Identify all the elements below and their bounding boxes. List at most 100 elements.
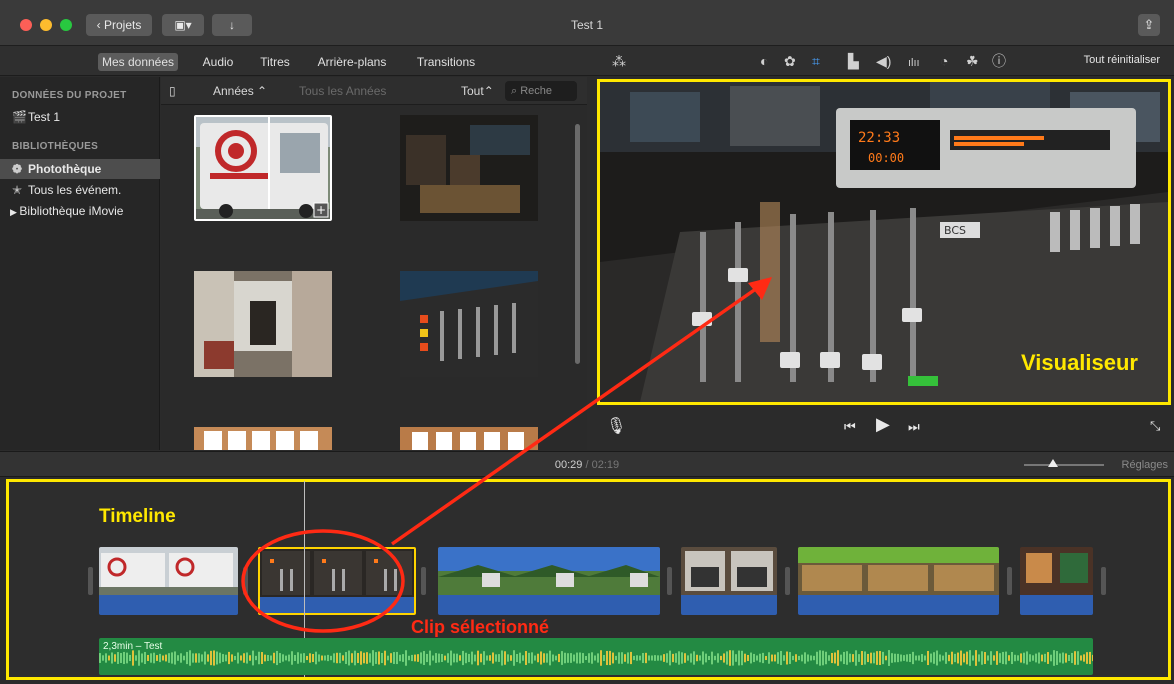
zoom-slider-track[interactable] [1024,464,1104,466]
waveform-bar [417,654,419,662]
waveform-bar [123,651,125,665]
fullscreen-icon[interactable]: ⤡ [1150,418,1160,434]
waveform-bar [495,654,497,662]
waveform-bar [1059,653,1061,663]
clip-gap-handle[interactable] [421,567,426,595]
waveform-bar [474,654,476,662]
sidebar-item-test1[interactable]: 🎬Test 1 [0,107,160,127]
reset-all-button[interactable]: Tout réinitialiser [1084,54,1160,66]
equalizer-icon[interactable]: ılıı [908,55,920,71]
waveform-bar [285,655,287,661]
waveform-bar [177,655,179,661]
clip-thumbnail-bus-interior[interactable] [194,271,332,377]
waveform-bar [264,654,266,662]
waveform-bar [858,654,860,662]
waveform-bar [903,655,905,661]
all-years-breadcrumb[interactable]: Tous les Années [299,84,386,98]
tab-transitions[interactable]: Transitions [410,53,482,71]
tab-titres[interactable]: Titres [252,53,298,71]
tab-arriere-plans[interactable]: Arrière-plans [312,53,392,71]
play-icon[interactable]: ▶ [876,414,890,435]
waveform-bar [669,650,671,666]
waveform-bar [924,655,926,661]
speed-icon[interactable]: ◔ [940,53,948,69]
skip-forward-icon[interactable]: ⏭ [908,419,920,435]
timeline-clip-landscape[interactable] [438,547,660,615]
clip-gap-handle[interactable] [1007,567,1012,595]
waveform-bar [645,652,647,664]
waveform-bar [117,652,119,664]
clip-thumbnail-mixer[interactable] [400,271,538,377]
sidebar-item-imovie-library[interactable]: ▶ Bibliothèque iMovie [0,201,160,221]
clip-gap-handle[interactable] [88,567,93,595]
tab-mes-donnees[interactable]: Mes données [98,53,178,71]
clip-thumbnail-window-b[interactable] [400,427,538,450]
clip-thumbnail-studio-dark[interactable] [400,115,538,221]
clip-gap-handle[interactable] [1101,567,1106,595]
clip-gap-handle[interactable] [785,567,790,595]
skip-back-icon[interactable]: ⏮ [844,419,856,435]
sidebar-item-all-events[interactable]: ✭ Tous les événem. [0,180,160,200]
audio-track[interactable]: 2,3min – Test [99,638,1093,675]
projects-button[interactable]: ‹ Projets [86,14,152,36]
waveform-bar [102,655,104,661]
clip-gap-handle[interactable] [667,567,672,595]
timeline-clip-interior[interactable] [1020,547,1093,615]
color-palette-icon[interactable]: ✿ [784,53,796,69]
svg-text:BCS: BCS [944,224,966,237]
waveform-bar [639,655,641,661]
filter-icon[interactable]: ☘ [966,53,979,69]
minimize-window-button[interactable] [40,19,52,31]
color-balance-icon[interactable]: ◐ [760,53,768,69]
waveform-bar [174,651,176,665]
waveform-bar [1014,654,1016,662]
import-button[interactable]: ↓ [212,14,252,36]
sidebar-item-phototheque[interactable]: ❁ Photothèque [0,159,160,179]
timeline-clip-studio[interactable] [681,547,777,615]
years-filter[interactable]: Années ⌃ [213,84,267,98]
waveform-bar [699,655,701,661]
crop-icon[interactable]: ⌗ [812,53,820,69]
clip-filmstrip [798,547,999,595]
search-field[interactable]: ⌕ Reche [505,81,577,101]
waveform-bar [870,652,872,664]
waveform-bar [276,650,278,666]
imovie-window: ‹ Projets ▣▾ ↓ Test 1 ⇪ Mes données Audi… [0,0,1174,684]
waveform-bar [714,655,716,661]
clip-gap-handle[interactable] [243,567,248,595]
tab-audio[interactable]: Audio [198,53,238,71]
waveform-bar [141,653,143,663]
magic-wand-icon[interactable]: ⁂ [612,53,626,69]
waveform-bar [921,654,923,662]
timeline-clip-selected[interactable] [258,547,416,615]
waveform-bar [999,653,1001,663]
zoom-slider-knob[interactable] [1048,459,1058,467]
waveform-bar [603,654,605,662]
close-window-button[interactable] [20,19,32,31]
media-view-button[interactable]: ▣▾ [162,14,204,36]
microphone-icon[interactable]: 🎙 [606,416,626,436]
waveform-bar [528,652,530,664]
clip-thumbnail-window-a[interactable] [194,427,332,450]
clip-audio-band [681,595,777,615]
waveform-bar [780,650,782,666]
all-filter[interactable]: Tout⌃ [461,84,494,98]
zoom-window-button[interactable] [60,19,72,31]
settings-button[interactable]: Réglages [1122,459,1168,471]
sidebar-toggle-icon[interactable]: ▯ [169,84,176,98]
waveform-bar [525,651,527,665]
waveform-bar [993,655,995,661]
waveform-bar [807,654,809,662]
sidebar-item-label: Test 1 [28,110,61,124]
share-button[interactable]: ⇪ [1138,14,1160,36]
timeline-clip-bus[interactable] [99,547,238,615]
volume-icon[interactable]: ◀) [876,53,891,69]
stabilization-icon[interactable]: ▙ [848,53,859,69]
waveform-bar [660,655,662,661]
timeline-clip-green-room[interactable] [798,547,999,615]
clip-thumbnail-bus[interactable]: + [194,115,332,221]
waveform-bar [150,653,152,663]
waveform-bar [420,652,422,664]
browser-scrollbar[interactable] [575,124,580,364]
info-icon[interactable]: ⓘ [992,53,1006,69]
